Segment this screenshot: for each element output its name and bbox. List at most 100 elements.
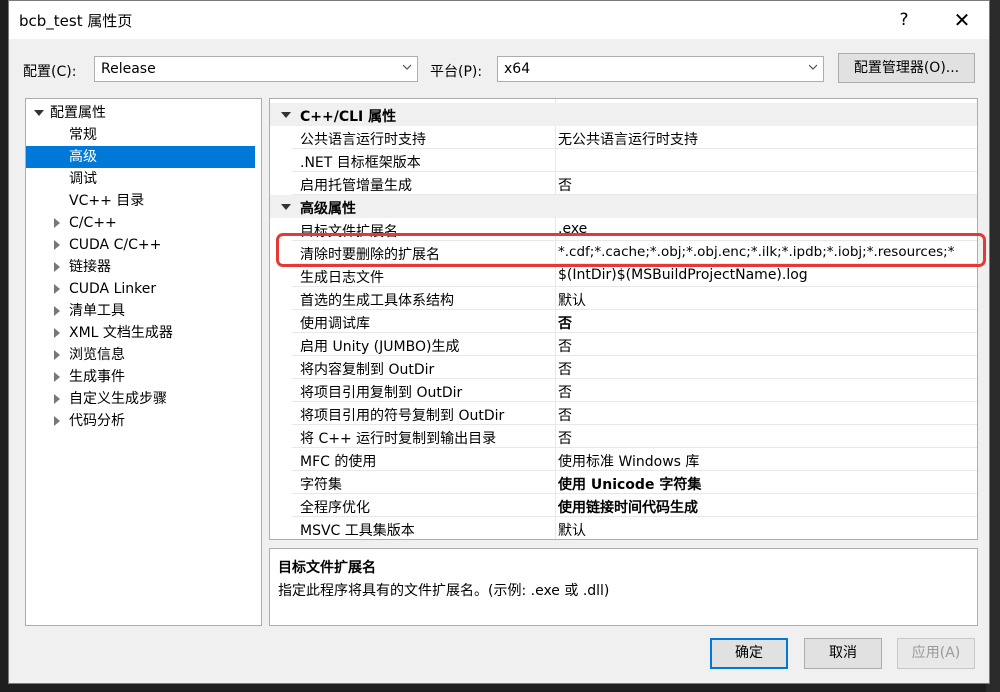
tree-item-build-events[interactable]: 生成事件 xyxy=(26,366,261,388)
tree-item-cuda-linker[interactable]: CUDA Linker xyxy=(26,278,261,300)
property-row[interactable]: 字符集 使用 Unicode 字符集 xyxy=(292,471,977,494)
property-value: 否 xyxy=(558,362,572,378)
tree-item-label: 常规 xyxy=(69,127,97,143)
property-name: 使用调试库 xyxy=(300,316,370,332)
tree-item-label: 调试 xyxy=(69,171,97,187)
property-value: 默认 xyxy=(558,523,586,539)
property-row[interactable]: .NET 目标框架版本 xyxy=(292,149,977,172)
platform-dropdown[interactable]: x64 xyxy=(497,56,824,82)
chevron-down-icon xyxy=(809,64,817,70)
tree-item-browse-info[interactable]: 浏览信息 xyxy=(26,344,261,366)
tree-item-label: VC++ 目录 xyxy=(69,193,145,209)
tree-item-label: 自定义生成步骤 xyxy=(69,391,167,407)
property-value: 默认 xyxy=(558,293,586,309)
category-cpp-cli[interactable]: C++/CLI 属性 xyxy=(270,103,977,126)
collapsed-icon xyxy=(54,306,60,316)
tree-item-label: 生成事件 xyxy=(69,369,125,385)
property-name: 生成日志文件 xyxy=(300,270,384,286)
tree-item-linker[interactable]: 链接器 xyxy=(26,256,261,278)
tree-item-label: 代码分析 xyxy=(69,413,125,429)
tree-item-xml-doc-generator[interactable]: XML 文档生成器 xyxy=(26,322,261,344)
tree-item-cpp[interactable]: C/C++ xyxy=(26,212,261,234)
category-name: 高级属性 xyxy=(300,201,356,217)
collapsed-icon xyxy=(54,240,60,250)
property-row[interactable]: 启用托管增量生成 否 xyxy=(292,172,977,195)
tree-item-label: CUDA C/C++ xyxy=(69,237,162,253)
property-row[interactable]: MFC 的使用 使用标准 Windows 库 xyxy=(292,448,977,471)
tree-item-manifest-tool[interactable]: 清单工具 xyxy=(26,300,261,322)
property-grid: C++/CLI 属性 公共语言运行时支持 无公共语言运行时支持 .NET 目标框… xyxy=(269,98,978,540)
category-advanced[interactable]: 高级属性 xyxy=(270,195,977,218)
property-row[interactable]: 将项目引用的符号复制到 OutDir 否 xyxy=(292,402,977,425)
apply-button[interactable]: 应用(A) xyxy=(897,638,975,669)
configuration-value: Release xyxy=(101,61,156,77)
property-pages-dialog: bcb_test 属性页 ? ✕ 配置(C): Release 平台(P): x… xyxy=(8,0,990,684)
property-row[interactable]: 将项目引用复制到 OutDir 否 xyxy=(292,379,977,402)
configuration-dropdown[interactable]: Release xyxy=(94,56,418,82)
category-tree: 配置属性 常规 高级 调试 VC++ 目录 C/C++ CUDA C/C++ 链… xyxy=(25,98,262,626)
property-row[interactable]: 启用 Unity (JUMBO)生成 否 xyxy=(292,333,977,356)
description-panel: 目标文件扩展名 指定此程序将具有的文件扩展名。(示例: .exe 或 .dll) xyxy=(269,548,978,626)
property-row[interactable]: 公共语言运行时支持 无公共语言运行时支持 xyxy=(292,126,977,149)
property-name: MFC 的使用 xyxy=(300,454,377,470)
property-name: 启用 Unity (JUMBO)生成 xyxy=(300,339,460,355)
property-name: 字符集 xyxy=(300,477,342,493)
property-row[interactable]: 将 C++ 运行时复制到输出目录 否 xyxy=(292,425,977,448)
tree-item-advanced[interactable]: 高级 xyxy=(26,146,255,168)
property-value: 否 xyxy=(558,385,572,401)
ok-label: 确定 xyxy=(735,645,763,661)
property-value: 否 xyxy=(558,408,572,424)
expanded-icon xyxy=(34,110,44,116)
tree-item-label: 配置属性 xyxy=(50,105,106,121)
property-name: 将项目引用的符号复制到 OutDir xyxy=(300,408,505,424)
property-name: 将内容复制到 OutDir xyxy=(300,362,435,378)
tree-item-label: C/C++ xyxy=(69,215,117,231)
tree-item-label: 链接器 xyxy=(69,259,111,275)
property-value: 使用标准 Windows 库 xyxy=(558,454,700,470)
property-value: 否 xyxy=(558,431,572,447)
property-name: 将 C++ 运行时复制到输出目录 xyxy=(300,431,497,447)
property-name: MSVC 工具集版本 xyxy=(300,523,415,539)
property-row[interactable]: 将内容复制到 OutDir 否 xyxy=(292,356,977,379)
configuration-manager-label: 配置管理器(O)... xyxy=(853,60,960,76)
property-name: 将项目引用复制到 OutDir xyxy=(300,385,463,401)
expanded-icon xyxy=(281,204,291,210)
tree-item-cuda-cpp[interactable]: CUDA C/C++ xyxy=(26,234,261,256)
ok-button[interactable]: 确定 xyxy=(710,638,788,669)
platform-value: x64 xyxy=(504,61,531,77)
tree-item-debugging[interactable]: 调试 xyxy=(26,168,261,190)
tree-item-custom-build-step[interactable]: 自定义生成步骤 xyxy=(26,388,261,410)
property-value: 使用链接时间代码生成 xyxy=(558,500,698,516)
property-value: 否 xyxy=(558,339,572,355)
help-button[interactable]: ? xyxy=(881,1,927,39)
tree-item-code-analysis[interactable]: 代码分析 xyxy=(26,410,261,432)
property-name: .NET 目标框架版本 xyxy=(300,155,421,171)
property-row[interactable]: 全程序优化 使用链接时间代码生成 xyxy=(292,494,977,517)
expanded-icon xyxy=(281,112,291,118)
property-value: 否 xyxy=(558,316,572,332)
collapsed-icon xyxy=(54,350,60,360)
tree-item-label: CUDA Linker xyxy=(69,281,157,297)
cancel-button[interactable]: 取消 xyxy=(804,638,882,669)
tree-item-general[interactable]: 常规 xyxy=(26,124,261,146)
close-button[interactable]: ✕ xyxy=(939,1,985,39)
property-row[interactable]: 使用调试库 否 xyxy=(292,310,977,333)
property-name: 启用托管增量生成 xyxy=(300,178,412,194)
tree-item-config-properties[interactable]: 配置属性 xyxy=(26,102,261,124)
configuration-manager-button[interactable]: 配置管理器(O)... xyxy=(838,53,975,83)
tree-item-label: 清单工具 xyxy=(69,303,125,319)
property-name: 公共语言运行时支持 xyxy=(300,132,426,148)
collapsed-icon xyxy=(54,328,60,338)
collapsed-icon xyxy=(54,262,60,272)
property-value: $(IntDir)$(MSBuildProjectName).log xyxy=(558,267,808,283)
title-bar: bcb_test 属性页 ? ✕ xyxy=(9,1,989,39)
property-row[interactable]: 生成日志文件 $(IntDir)$(MSBuildProjectName).lo… xyxy=(292,264,977,287)
tree-item-label: XML 文档生成器 xyxy=(69,325,173,341)
collapsed-icon xyxy=(54,394,60,404)
property-row[interactable]: 首选的生成工具体系结构 默认 xyxy=(292,287,977,310)
configuration-label: 配置(C): xyxy=(23,64,77,80)
property-row[interactable]: MSVC 工具集版本 默认 xyxy=(292,517,977,539)
apply-label: 应用(A) xyxy=(911,645,961,661)
tree-item-vc-directories[interactable]: VC++ 目录 xyxy=(26,190,261,212)
property-value: 否 xyxy=(558,178,572,194)
